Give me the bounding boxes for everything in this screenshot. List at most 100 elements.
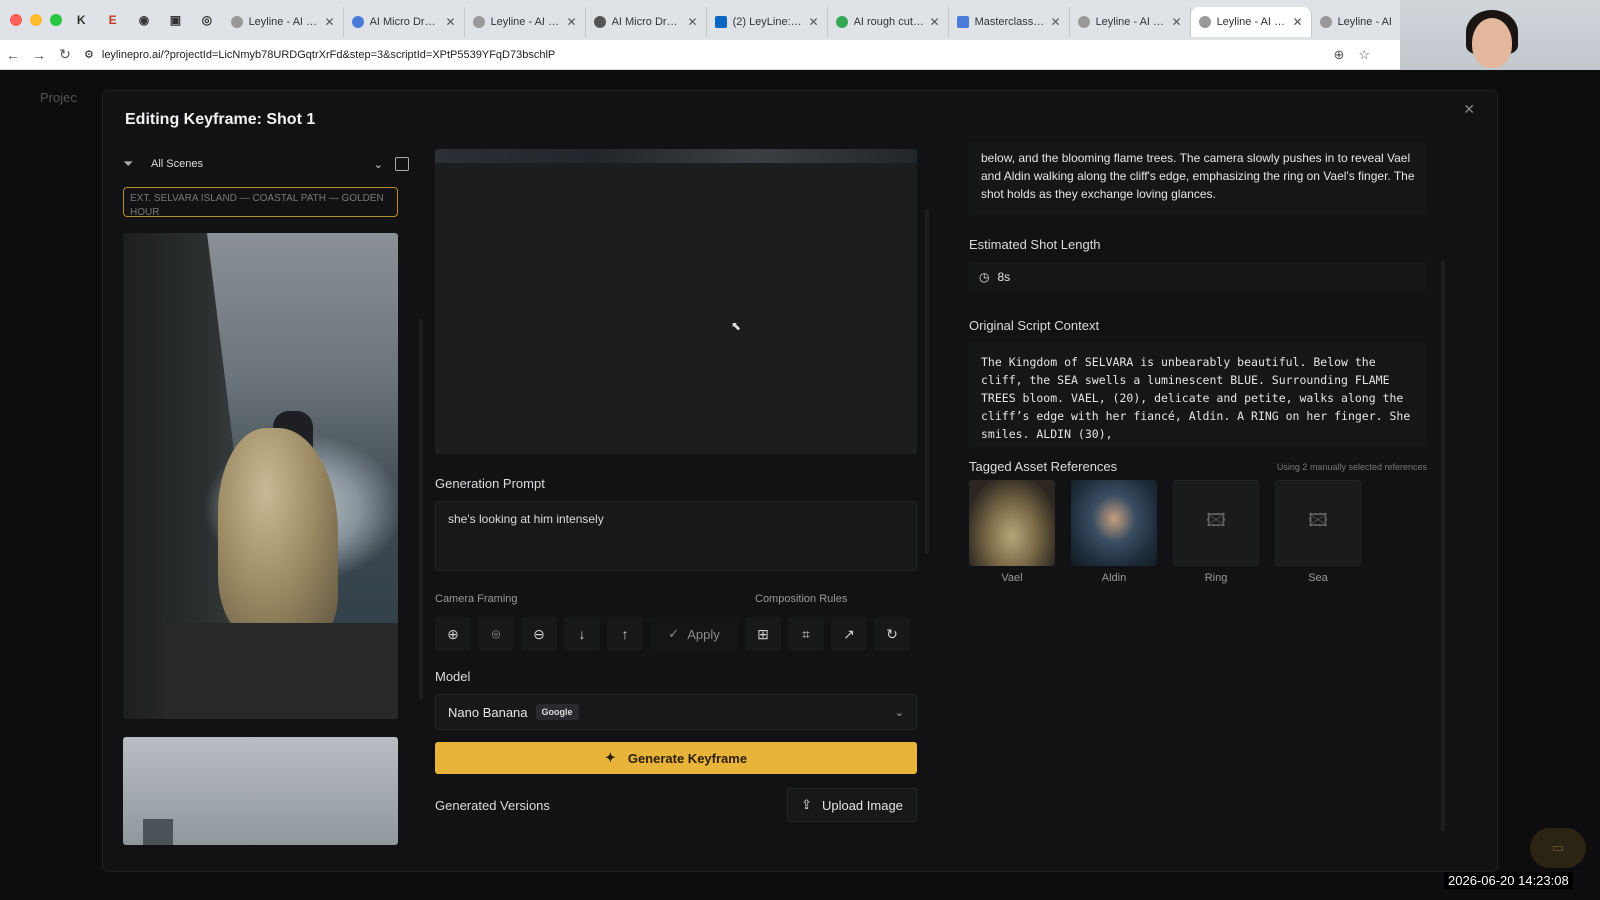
scrollbar[interactable] xyxy=(1441,261,1445,831)
tab-close-icon[interactable]: ✕ xyxy=(809,15,819,29)
trend-line-icon[interactable]: ↗ xyxy=(831,617,867,651)
pinned-tab-k[interactable]: K xyxy=(65,5,96,35)
browser-tab[interactable]: (2) LeyLine: Con✕ xyxy=(707,7,828,37)
zoom-out-icon[interactable]: ⊖ xyxy=(521,617,557,651)
tab-close-icon[interactable]: ✕ xyxy=(446,15,456,29)
apply-button[interactable]: ✓ Apply xyxy=(650,617,738,651)
generation-prompt-label: Generation Prompt xyxy=(435,476,545,491)
tilt-down-icon[interactable]: ↓ xyxy=(564,617,600,651)
pinned-tab-chrome[interactable]: ◎ xyxy=(191,5,222,35)
tagged-assets-note: Using 2 manually selected references xyxy=(1276,461,1427,472)
shot-description[interactable]: below, and the blooming flame trees. The… xyxy=(969,143,1427,215)
tagged-assets-list: Vael Aldin 🖾 Ring 🖾 Sea xyxy=(969,480,1439,584)
projects-nav-label[interactable]: Projec xyxy=(40,90,77,105)
chat-widget-icon[interactable]: ▭ xyxy=(1530,828,1586,868)
tab-favicon xyxy=(1319,16,1332,28)
estimated-shot-length-value: 8s xyxy=(997,270,1011,284)
camera-framing-label: Camera Framing xyxy=(435,593,518,605)
reset-icon[interactable]: ↻ xyxy=(874,617,910,651)
maximize-window-button[interactable] xyxy=(50,14,62,26)
sidebar-toggle-icon[interactable] xyxy=(395,157,409,171)
tab-close-icon[interactable]: ✕ xyxy=(930,15,940,29)
back-arrow-icon[interactable]: ← xyxy=(0,47,26,63)
shot-list-column: ⏷ All Scenes ⌄ EXT. SELVARA ISLAND — COA… xyxy=(123,149,423,849)
pinned-tab-e[interactable]: E xyxy=(97,5,128,35)
edit-keyframe-modal: Editing Keyframe: Shot 1 ✕ ⏷ All Scenes … xyxy=(102,90,1498,872)
asset-sea[interactable]: 🖾 Sea xyxy=(1275,480,1361,584)
browser-tab[interactable]: Leyline - AI xyxy=(1312,7,1400,37)
tab-favicon xyxy=(351,16,364,28)
tab-close-icon[interactable]: ✕ xyxy=(688,15,698,29)
castle-shape xyxy=(143,819,173,845)
forward-arrow-icon[interactable]: → xyxy=(26,47,52,63)
asset-vael[interactable]: Vael xyxy=(969,480,1055,584)
zoom-in-icon[interactable]: ⊕ xyxy=(435,617,471,651)
browser-tab[interactable]: Leyline - AI Vide ✕ xyxy=(1070,7,1191,37)
shot-thumbnail-2[interactable] xyxy=(123,737,398,845)
asset-name: Aldin xyxy=(1101,572,1127,584)
tab-favicon xyxy=(1198,16,1211,28)
estimated-shot-length-label: Estimated Shot Length xyxy=(969,237,1101,252)
clock-icon: ◷ xyxy=(979,270,990,284)
tab-favicon xyxy=(593,16,606,28)
browser-tab[interactable]: Leyline - AI Vide ✕ xyxy=(465,7,586,37)
scene-heading[interactable]: EXT. SELVARA ISLAND — COASTAL PATH — GOL… xyxy=(123,187,398,218)
keyframe-preview[interactable]: ⬉ xyxy=(435,149,917,454)
url-field[interactable]: ⚙ leylinepro.ai/?projectId=LicNmyb78URDG… xyxy=(84,48,1333,62)
tab-close-icon[interactable]: ✕ xyxy=(1051,15,1061,29)
generation-prompt-input[interactable]: she's looking at him intensely xyxy=(435,501,917,571)
tab-favicon xyxy=(1077,16,1090,28)
bookmark-star-icon[interactable]: ☆ xyxy=(1358,47,1370,63)
editor-column: ⬉ Generation Prompt she's looking at him… xyxy=(435,149,929,849)
magic-wand-icon: ✦ xyxy=(604,750,616,765)
scrollbar[interactable] xyxy=(419,319,423,699)
browser-tab[interactable]: AI rough cuts - e✕ xyxy=(828,7,949,37)
asset-aldin[interactable]: Aldin xyxy=(1071,480,1157,584)
zoom-icon[interactable]: ⊕ xyxy=(1333,47,1344,63)
site-settings-icon[interactable]: ⚙ xyxy=(84,48,94,61)
browser-tab[interactable]: AI Micro Drama I✕ xyxy=(586,7,707,37)
scene-select[interactable]: All Scenes ⌄ xyxy=(151,150,389,178)
browser-tab[interactable]: Masterclass Zoo✕ xyxy=(949,7,1070,37)
asset-ring[interactable]: 🖾 Ring xyxy=(1173,480,1259,584)
address-bar: ← → ↻ ⚙ leylinepro.ai/?projectId=LicNmyb… xyxy=(0,40,1400,70)
scene-select-value: All Scenes xyxy=(151,158,203,170)
center-frame-icon[interactable]: ⌗ xyxy=(788,617,824,651)
chevron-down-icon: ⌄ xyxy=(894,706,904,719)
recording-timestamp: 2026-06-20 14:23:08 xyxy=(1444,872,1573,889)
shot-details-column: below, and the blooming flame trees. The… xyxy=(969,143,1439,843)
grid-icon[interactable]: ⊞ xyxy=(745,617,781,651)
scrollbar[interactable] xyxy=(925,209,929,554)
upload-image-button[interactable]: ⇪ Upload Image xyxy=(787,788,917,822)
composition-rules-label: Composition Rules xyxy=(755,593,848,605)
browser-tab[interactable]: AI Micro Drama I✕ xyxy=(344,7,465,37)
provider-badge: Google xyxy=(535,704,579,720)
upload-image-label: Upload Image xyxy=(821,797,903,813)
window-controls xyxy=(0,14,65,26)
tab-close-icon[interactable]: ✕ xyxy=(325,15,335,29)
browser-tab-bar: K E ◉ ▣ ◎ Leyline - AI Vide ✕ AI Micro Dr… xyxy=(0,0,1400,40)
tilt-up-icon[interactable]: ↑ xyxy=(607,617,643,651)
tab-close-icon[interactable]: ✕ xyxy=(1293,15,1303,29)
shot-thumbnail-1[interactable] xyxy=(123,233,398,719)
check-icon: ✓ xyxy=(668,626,680,641)
close-icon[interactable]: ✕ xyxy=(1463,101,1475,118)
estimated-shot-length-field[interactable]: ◷ 8s xyxy=(969,262,1427,292)
scene-filter: ⏷ All Scenes ⌄ xyxy=(123,149,423,179)
browser-tab[interactable]: Leyline - AI Vide ✕ xyxy=(223,7,344,37)
model-select[interactable]: Nano Banana Google ⌄ xyxy=(435,694,917,730)
minimize-window-button[interactable] xyxy=(30,14,42,26)
script-context-text[interactable]: The Kingdom of SELVARA is unbearably bea… xyxy=(969,343,1427,447)
chevron-down-icon: ⌄ xyxy=(373,158,383,171)
pinned-tab-github[interactable]: ◉ xyxy=(128,5,159,35)
browser-tab-active[interactable]: Leyline - AI Vide ✕ xyxy=(1190,7,1312,37)
reload-icon[interactable]: ↻ xyxy=(52,46,78,63)
image-placeholder-icon: 🖾 xyxy=(1173,480,1259,566)
camera-icon[interactable]: ⌾ xyxy=(478,617,514,651)
tab-close-icon[interactable]: ✕ xyxy=(567,15,577,29)
tab-close-icon[interactable]: ✕ xyxy=(1172,15,1182,29)
generate-keyframe-button[interactable]: ✦ Generate Keyframe xyxy=(435,742,917,774)
pinned-tab-app[interactable]: ▣ xyxy=(160,5,191,35)
upload-icon: ⇪ xyxy=(801,797,812,812)
close-window-button[interactable] xyxy=(10,14,22,26)
